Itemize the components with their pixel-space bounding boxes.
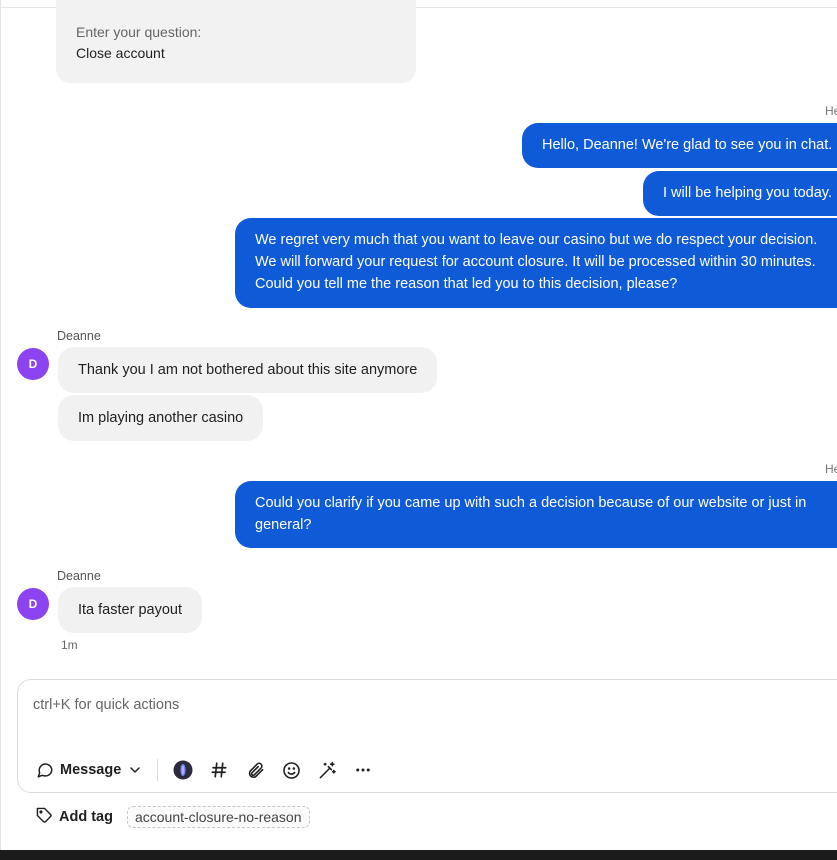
message-composer: Message (17, 679, 837, 793)
message-timestamp: 1m (61, 638, 78, 652)
composer-toolbar: Message (36, 759, 388, 781)
agent-name-label: He (825, 462, 837, 476)
message-text: I will be helping you today. (663, 185, 833, 201)
message-text: general? (255, 517, 312, 533)
avatar[interactable]: D (17, 348, 49, 380)
message-text: Thank you I am not bothered about this s… (78, 362, 418, 378)
window-bottom-bar (0, 850, 837, 860)
magic-wand-icon[interactable] (316, 759, 338, 781)
chevron-down-icon (127, 762, 143, 778)
hashtag-icon[interactable] (208, 759, 230, 781)
prechat-form-card: Enter your question: Close account (56, 0, 416, 83)
tag-icon (36, 807, 53, 828)
author-name: Deanne (57, 329, 101, 343)
visitor-message: Ita faster payout (58, 587, 202, 633)
message-type-label: Message (60, 762, 122, 778)
toolbar-divider (157, 759, 159, 781)
agent-name-label: He (825, 104, 837, 118)
ai-assist-icon[interactable] (172, 759, 194, 781)
message-text: Could you tell me the reason that led yo… (255, 276, 678, 292)
paperclip-icon[interactable] (244, 759, 266, 781)
emoji-icon[interactable] (280, 759, 302, 781)
message-text: Ita faster payout (78, 602, 182, 618)
agent-message: I will be helping you today. (643, 171, 837, 216)
agent-message: Hello, Deanne! We're glad to see you in … (522, 123, 837, 168)
message-text: Im playing another casino (78, 410, 244, 426)
chat-window: Enter your question: Close account He He… (0, 0, 837, 860)
message-text: Could you clarify if you came up with su… (255, 495, 807, 511)
more-icon[interactable] (352, 759, 374, 781)
message-text: We regret very much that you want to lea… (255, 232, 818, 248)
divider (0, 0, 1, 850)
message-input[interactable] (33, 697, 733, 713)
avatar[interactable]: D (17, 588, 49, 620)
form-question-value: Close account (76, 45, 165, 61)
add-tag-button[interactable]: Add tag (36, 807, 113, 828)
author-name: Deanne (57, 569, 101, 583)
speech-bubble-icon (36, 761, 54, 779)
message-text: We will forward your request for account… (255, 254, 816, 270)
message-type-dropdown[interactable]: Message (36, 761, 143, 779)
add-tag-label: Add tag (59, 809, 113, 825)
agent-message: We regret very much that you want to lea… (235, 218, 837, 308)
visitor-message: Im playing another casino (58, 395, 264, 441)
message-text: Hello, Deanne! We're glad to see you in … (542, 137, 833, 153)
visitor-message: Thank you I am not bothered about this s… (58, 347, 438, 393)
tag-row: Add tag account-closure-no-reason (36, 806, 310, 828)
agent-message: Could you clarify if you came up with su… (235, 481, 837, 548)
tag-chip[interactable]: account-closure-no-reason (126, 806, 310, 828)
form-question-label: Enter your question: (76, 24, 202, 40)
